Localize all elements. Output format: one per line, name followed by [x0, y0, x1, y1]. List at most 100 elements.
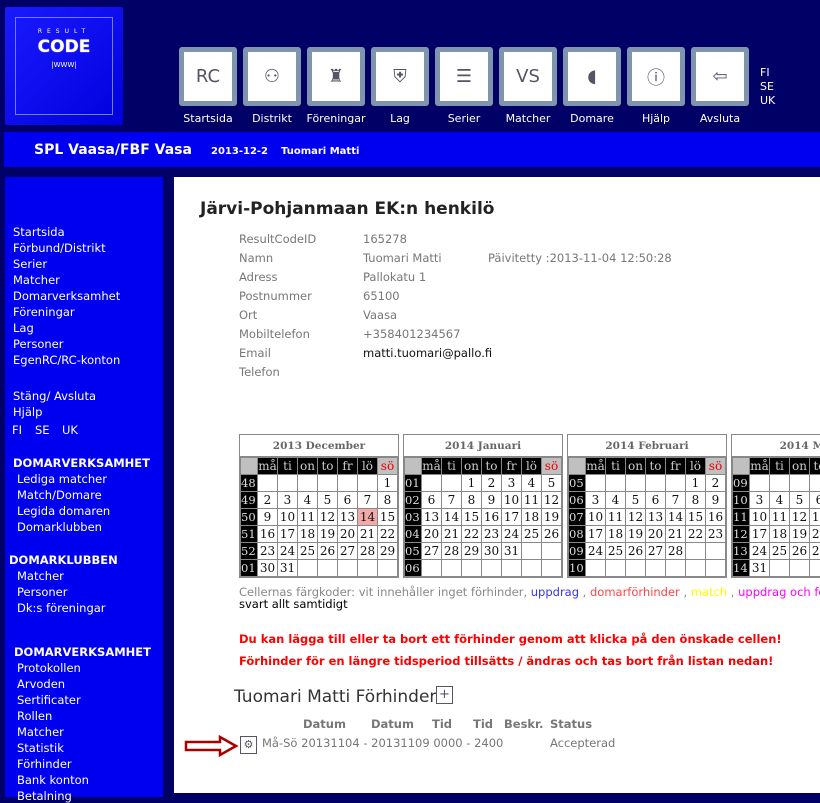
- sidebar-link[interactable]: EgenRC/RC-konton: [13, 353, 120, 367]
- calendar-day-cell[interactable]: 25: [770, 543, 790, 560]
- calendar-day-cell[interactable]: 19: [790, 526, 810, 543]
- calendar-day-cell[interactable]: 15: [462, 509, 482, 526]
- calendar-day-cell[interactable]: 19: [626, 526, 646, 543]
- calendar-day-cell[interactable]: [646, 560, 666, 577]
- calendar-day-cell[interactable]: 21: [666, 526, 686, 543]
- calendar-day-cell[interactable]: [442, 475, 462, 492]
- calendar-day-cell[interactable]: 23: [482, 526, 502, 543]
- calendar-day-cell[interactable]: 16: [258, 526, 278, 543]
- calendar-day-cell[interactable]: 13: [422, 509, 442, 526]
- sidebar-link[interactable]: Domarverksamhet: [13, 289, 120, 303]
- calendar-day-cell[interactable]: 8: [378, 492, 398, 509]
- calendar-day-cell[interactable]: [810, 475, 820, 492]
- calendar-day-cell[interactable]: [522, 560, 542, 577]
- calendar-day-cell[interactable]: 17: [586, 526, 606, 543]
- sidebar-link[interactable]: Serier: [13, 257, 47, 271]
- calendar-day-cell[interactable]: 11: [606, 509, 626, 526]
- calendar-day-cell[interactable]: 11: [298, 509, 318, 526]
- calendar-day-cell[interactable]: 4: [770, 492, 790, 509]
- calendar-day-cell[interactable]: 31: [278, 560, 298, 577]
- sidebar-link[interactable]: Personer: [17, 585, 67, 599]
- calendar-day-cell[interactable]: 17: [502, 509, 522, 526]
- calendar-day-cell[interactable]: 23: [258, 543, 278, 560]
- calendar-day-cell[interactable]: [646, 475, 666, 492]
- lang-uk[interactable]: UK: [760, 94, 775, 108]
- sidebar-link[interactable]: Matcher: [17, 569, 64, 583]
- calendar-day-cell[interactable]: [586, 560, 606, 577]
- calendar-day-cell[interactable]: 13: [338, 509, 358, 526]
- calendar-day-cell[interactable]: [462, 560, 482, 577]
- calendar-day-cell[interactable]: 27: [810, 543, 820, 560]
- calendar-day-cell[interactable]: 5: [626, 492, 646, 509]
- field-value[interactable]: matti.tuomari@pallo.fi: [363, 346, 492, 360]
- calendar-day-cell[interactable]: 2: [258, 492, 278, 509]
- calendar-day-cell[interactable]: [522, 543, 542, 560]
- calendar-day-cell[interactable]: 28: [442, 543, 462, 560]
- calendar-day-cell[interactable]: 31: [502, 543, 522, 560]
- calendar-day-cell[interactable]: 11: [522, 492, 542, 509]
- calendar-day-cell[interactable]: [750, 475, 770, 492]
- sidebar-link[interactable]: Domarklubben: [17, 520, 102, 534]
- calendar-day-cell[interactable]: 19: [542, 509, 562, 526]
- sidebar-link[interactable]: Föreningar: [13, 305, 75, 319]
- calendar-day-cell[interactable]: 28: [358, 543, 378, 560]
- lang-se[interactable]: SE: [760, 80, 775, 94]
- calendar-day-cell[interactable]: 31: [750, 560, 770, 577]
- calendar-day-cell[interactable]: 15: [378, 509, 398, 526]
- calendar-day-cell[interactable]: [706, 560, 726, 577]
- calendar-day-cell[interactable]: 12: [542, 492, 562, 509]
- calendar-day-cell[interactable]: [358, 560, 378, 577]
- calendar-day-cell[interactable]: 18: [522, 509, 542, 526]
- calendar-day-cell[interactable]: [422, 560, 442, 577]
- nav-distrikt[interactable]: ⚇Distrikt: [242, 47, 302, 125]
- calendar-day-cell[interactable]: [770, 560, 790, 577]
- calendar-day-cell[interactable]: 8: [462, 492, 482, 509]
- calendar-day-cell[interactable]: [586, 475, 606, 492]
- calendar-day-cell[interactable]: 2: [482, 475, 502, 492]
- calendar-day-cell[interactable]: 27: [338, 543, 358, 560]
- sidebar-link[interactable]: Betalning: [17, 789, 72, 803]
- sidebar-link[interactable]: Matcher: [13, 273, 60, 287]
- calendar-day-cell[interactable]: [378, 560, 398, 577]
- calendar-day-cell[interactable]: 16: [706, 509, 726, 526]
- calendar-day-cell[interactable]: 17: [278, 526, 298, 543]
- nav-matcher[interactable]: VSMatcher: [498, 47, 558, 125]
- sidebar-link[interactable]: Matcher: [17, 725, 64, 739]
- sidebar-link[interactable]: Rollen: [17, 709, 52, 723]
- calendar-day-cell[interactable]: 13: [810, 509, 820, 526]
- lang-fi[interactable]: FI: [760, 66, 775, 80]
- calendar-day-cell[interactable]: 19: [318, 526, 338, 543]
- calendar-day-cell[interactable]: 10: [750, 509, 770, 526]
- sidebar-link[interactable]: Legida domaren: [17, 504, 110, 518]
- sidebar-link[interactable]: Bank konton: [17, 773, 89, 787]
- calendar-day-cell[interactable]: 15: [686, 509, 706, 526]
- calendar-day-cell[interactable]: 25: [522, 526, 542, 543]
- calendar-day-cell[interactable]: [318, 560, 338, 577]
- calendar-day-cell[interactable]: 26: [542, 526, 562, 543]
- calendar-day-cell[interactable]: 28: [666, 543, 686, 560]
- sidebar-link[interactable]: Dk:s föreningar: [17, 601, 106, 615]
- calendar-day-cell[interactable]: 14: [666, 509, 686, 526]
- sidebar-link[interactable]: Match/Domare: [17, 488, 102, 502]
- calendar-day-cell[interactable]: 20: [810, 526, 820, 543]
- calendar-day-cell[interactable]: 21: [358, 526, 378, 543]
- sidebar-link[interactable]: Sertificater: [17, 693, 81, 707]
- sidebar-link[interactable]: Protokollen: [17, 661, 81, 675]
- calendar-day-cell[interactable]: 27: [646, 543, 666, 560]
- calendar-day-cell[interactable]: 26: [626, 543, 646, 560]
- calendar-day-cell[interactable]: [542, 560, 562, 577]
- calendar-day-cell[interactable]: [606, 475, 626, 492]
- calendar-day-cell[interactable]: [298, 560, 318, 577]
- calendar-day-cell[interactable]: 29: [378, 543, 398, 560]
- calendar-day-cell[interactable]: [318, 475, 338, 492]
- nav-avsluta[interactable]: ⇦Avsluta: [690, 47, 750, 125]
- calendar-day-cell[interactable]: 5: [542, 475, 562, 492]
- calendar-day-cell[interactable]: 3: [586, 492, 606, 509]
- calendar-day-cell[interactable]: [790, 475, 810, 492]
- calendar-day-cell[interactable]: [502, 560, 522, 577]
- calendar-day-cell[interactable]: 22: [462, 526, 482, 543]
- sidebar-lang[interactable]: FI: [12, 423, 22, 437]
- calendar-day-cell[interactable]: 8: [686, 492, 706, 509]
- resultcode-logo[interactable]: RESULT CODE |WWW|: [5, 7, 123, 125]
- calendar-day-cell[interactable]: 7: [358, 492, 378, 509]
